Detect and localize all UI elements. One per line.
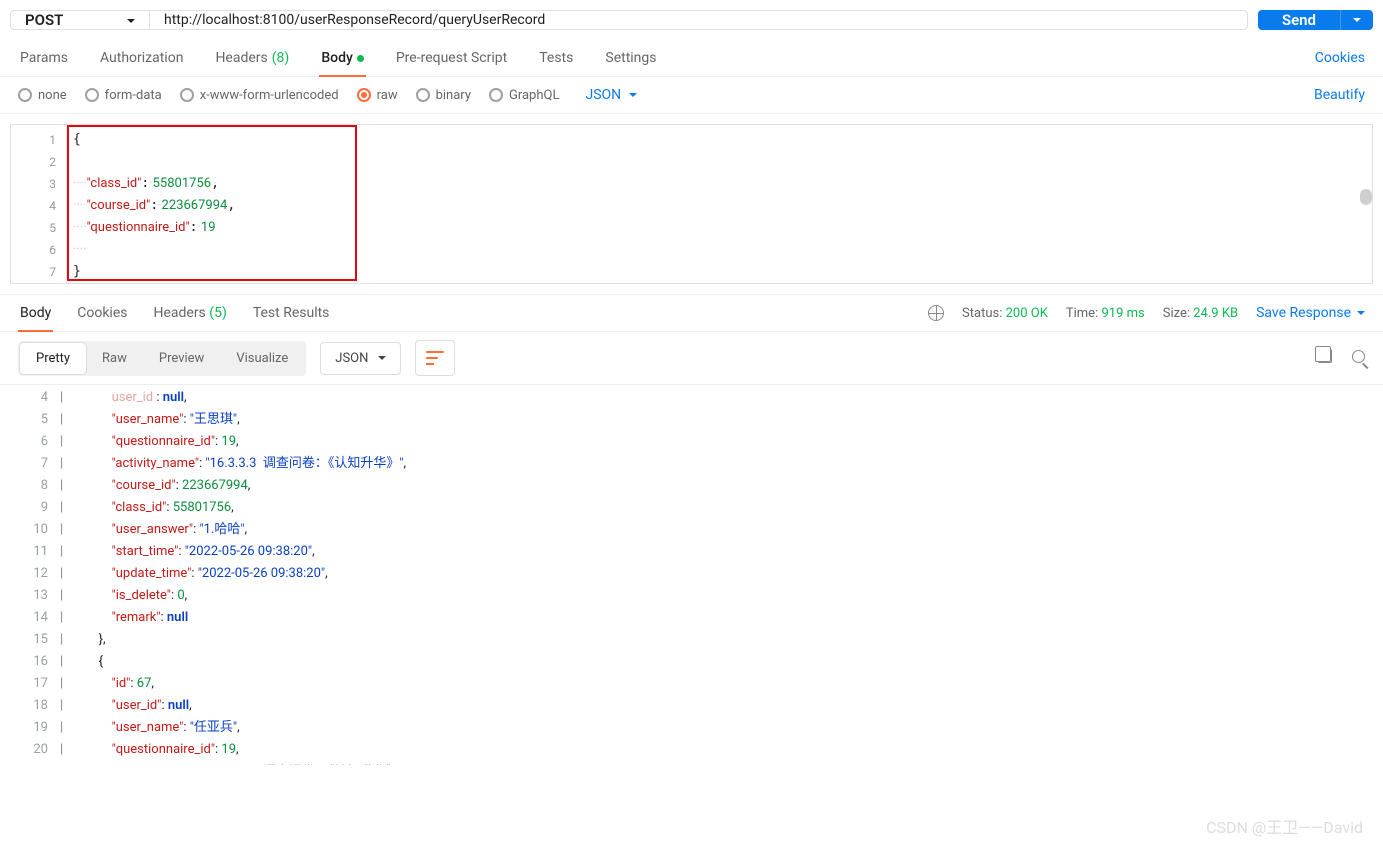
tab-settings[interactable]: Settings <box>603 40 658 76</box>
size-block: Size: 24.9 KB <box>1163 306 1238 321</box>
search-icon <box>1352 350 1365 363</box>
radio-icon <box>18 88 32 102</box>
tab-headers-count: (8) <box>272 50 290 66</box>
send-button-group: Send <box>1258 10 1373 30</box>
response-content[interactable]: | user_id : null, | "user_name": "王思琪", … <box>60 385 1383 765</box>
tab-prerequest[interactable]: Pre-request Script <box>394 40 509 76</box>
body-type-graphql[interactable]: GraphQL <box>489 88 559 103</box>
radio-icon <box>489 88 503 102</box>
globe-icon[interactable] <box>928 305 944 321</box>
watermark: CSDN @王卫——David <box>1206 814 1363 838</box>
raw-language-select[interactable]: JSON <box>585 87 637 103</box>
chevron-down-icon <box>1357 305 1365 321</box>
response-toolbar-right <box>1318 349 1365 367</box>
body-type-form-data[interactable]: form-data <box>85 88 162 103</box>
resp-tab-tests[interactable]: Test Results <box>251 295 332 331</box>
wrap-icon <box>426 351 444 365</box>
response-body[interactable]: 456789101112131415161718192021 | user_id… <box>0 385 1383 765</box>
resp-tab-body[interactable]: Body <box>18 295 53 331</box>
body-type-binary[interactable]: binary <box>416 88 471 103</box>
radio-icon <box>357 88 371 102</box>
response-toolbar: Pretty Raw Preview Visualize JSON <box>0 332 1383 385</box>
view-raw[interactable]: Raw <box>86 343 143 374</box>
wrap-lines-button[interactable] <box>415 340 455 376</box>
method-value: POST <box>25 11 63 29</box>
body-type-xwww[interactable]: x-www-form-urlencoded <box>180 88 339 103</box>
url-input[interactable]: http://localhost:8100/userResponseRecord… <box>150 10 1248 30</box>
beautify-link[interactable]: Beautify <box>1314 87 1365 103</box>
tab-authorization[interactable]: Authorization <box>98 40 185 76</box>
view-preview[interactable]: Preview <box>143 343 220 374</box>
response-meta: Status: 200 OK Time: 919 ms Size: 24.9 K… <box>928 305 1365 321</box>
send-dropdown-button[interactable] <box>1340 10 1373 30</box>
chevron-down-icon <box>1353 13 1361 28</box>
method-dropdown[interactable]: POST <box>10 10 150 30</box>
request-bar: POST http://localhost:8100/userResponseR… <box>0 0 1383 40</box>
copy-icon <box>1318 349 1332 363</box>
scrollbar-thumb[interactable] <box>1360 189 1372 205</box>
request-body-editor[interactable]: 1234567 { ····"class_id":·55801756, ····… <box>10 124 1373 284</box>
send-button[interactable]: Send <box>1258 10 1340 30</box>
time-value: 919 ms <box>1101 306 1144 321</box>
body-type-radios: none form-data x-www-form-urlencoded raw… <box>18 87 637 103</box>
copy-button[interactable] <box>1318 349 1332 367</box>
url-value: http://localhost:8100/userResponseRecord… <box>164 12 545 28</box>
status-block: Status: 200 OK <box>962 306 1048 321</box>
request-tabs-row: Params Authorization Headers (8) Body Pr… <box>0 40 1383 77</box>
tab-tests[interactable]: Tests <box>537 40 575 76</box>
body-type-raw[interactable]: raw <box>357 88 398 103</box>
tab-body-label: Body <box>321 50 353 66</box>
body-modified-dot-icon <box>357 55 364 62</box>
cookies-link[interactable]: Cookies <box>1315 50 1365 66</box>
status-value: 200 OK <box>1006 306 1048 321</box>
radio-icon <box>85 88 99 102</box>
request-tabs: Params Authorization Headers (8) Body Pr… <box>18 40 659 76</box>
radio-icon <box>416 88 430 102</box>
tab-body[interactable]: Body <box>319 40 366 76</box>
save-response-button[interactable]: Save Response <box>1256 305 1365 321</box>
time-block: Time: 919 ms <box>1066 306 1145 321</box>
chevron-down-icon <box>378 351 386 366</box>
size-value: 24.9 KB <box>1193 306 1238 321</box>
response-top-bar: Body Cookies Headers (5) Test Results St… <box>0 294 1383 332</box>
response-view-pills: Pretty Raw Preview Visualize <box>18 341 306 376</box>
body-type-none[interactable]: none <box>18 88 67 103</box>
view-pretty[interactable]: Pretty <box>20 343 86 374</box>
radio-icon <box>180 88 194 102</box>
response-language-select[interactable]: JSON <box>320 342 401 375</box>
resp-tab-cookies[interactable]: Cookies <box>75 295 129 331</box>
tab-params[interactable]: Params <box>18 40 70 76</box>
response-gutter: 456789101112131415161718192021 <box>0 385 60 765</box>
tab-headers[interactable]: Headers (8) <box>213 40 291 76</box>
search-button[interactable] <box>1352 350 1365 367</box>
raw-language-value: JSON <box>585 87 621 103</box>
tab-headers-label: Headers <box>215 50 267 66</box>
response-tabs: Body Cookies Headers (5) Test Results <box>18 295 331 331</box>
chevron-down-icon <box>629 87 637 103</box>
view-visualize[interactable]: Visualize <box>220 343 304 374</box>
resp-headers-count: (5) <box>209 305 227 321</box>
body-type-row: none form-data x-www-form-urlencoded raw… <box>0 77 1383 114</box>
resp-tab-headers[interactable]: Headers (5) <box>151 295 228 331</box>
editor-content[interactable]: { ····"class_id":·55801756, ····"course_… <box>67 125 1372 283</box>
editor-gutter: 1234567 <box>11 125 67 283</box>
chevron-down-icon <box>127 11 135 29</box>
